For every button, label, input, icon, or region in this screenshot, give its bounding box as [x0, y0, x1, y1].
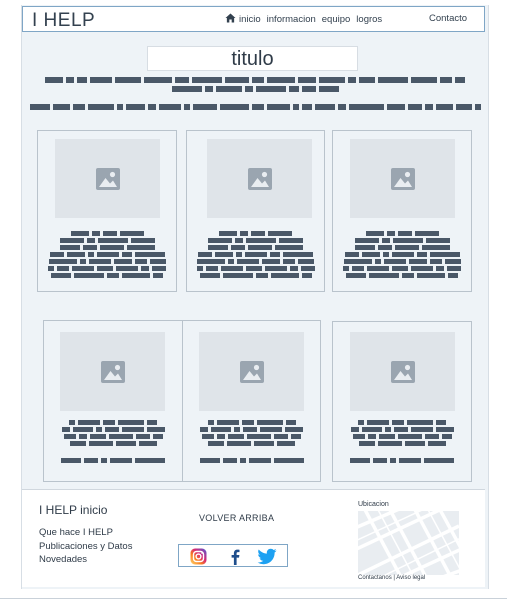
page-title: titulo — [147, 46, 358, 71]
placeholder-text-line — [30, 104, 481, 110]
back-to-top-link[interactable]: VOLVER ARRIBA — [199, 513, 274, 523]
image-placeholder-icon — [247, 167, 272, 190]
footer: I HELP inicio Que hace I HELP Publicacio… — [22, 489, 485, 587]
card-text-placeholder — [38, 231, 176, 280]
footer-title[interactable]: I HELP inicio — [39, 503, 107, 517]
site-logo[interactable]: I HELP — [32, 10, 95, 32]
image-placeholder-icon — [100, 360, 125, 383]
top-navbar: I HELP inicio informacion equipo logros Con… — [22, 6, 485, 32]
card-5[interactable] — [182, 320, 321, 482]
placeholder-text-line — [160, 86, 350, 92]
card-text-placeholder — [44, 420, 182, 465]
image-placeholder-icon — [390, 167, 415, 190]
footer-legal-links[interactable]: Contactanos | Aviso legal — [358, 575, 425, 581]
footer-links: Que hace I HELP Publicaciones y Datos No… — [39, 526, 132, 567]
twitter-icon[interactable] — [257, 548, 277, 565]
footer-link-que-hace[interactable]: Que hace I HELP — [39, 526, 132, 540]
image-placeholder-icon — [239, 360, 264, 383]
location-label: Ubicacion — [358, 501, 389, 508]
nav-link-inicio[interactable]: inicio — [239, 14, 261, 25]
card-text-placeholder — [333, 231, 471, 280]
image-placeholder-icon — [95, 167, 120, 190]
home-icon[interactable] — [225, 13, 236, 23]
footer-link-publicaciones[interactable]: Publicaciones y Datos — [39, 540, 132, 554]
card-2[interactable] — [186, 130, 325, 292]
facebook-icon[interactable] — [227, 548, 244, 565]
location-map[interactable] — [358, 511, 459, 575]
main-nav: inicio informacion equipo logros — [225, 13, 388, 25]
nav-link-informacion[interactable]: informacion — [267, 14, 316, 25]
page-bottom-divider — [0, 598, 507, 599]
nav-link-logros[interactable]: logros — [356, 14, 382, 25]
placeholder-text-line — [37, 77, 473, 83]
image-placeholder-icon — [390, 360, 415, 383]
card-3[interactable] — [332, 130, 472, 292]
instagram-icon[interactable] — [190, 548, 207, 565]
nav-link-contacto[interactable]: Contacto — [429, 13, 467, 24]
card-4[interactable] — [43, 320, 183, 482]
nav-link-equipo[interactable]: equipo — [322, 14, 351, 25]
footer-link-novedades[interactable]: Novedades — [39, 553, 132, 567]
social-links — [178, 544, 288, 567]
card-text-placeholder — [187, 231, 324, 280]
card-text-placeholder — [333, 420, 471, 465]
card-1[interactable] — [37, 130, 177, 292]
card-text-placeholder — [183, 420, 320, 465]
card-6[interactable] — [332, 321, 472, 482]
